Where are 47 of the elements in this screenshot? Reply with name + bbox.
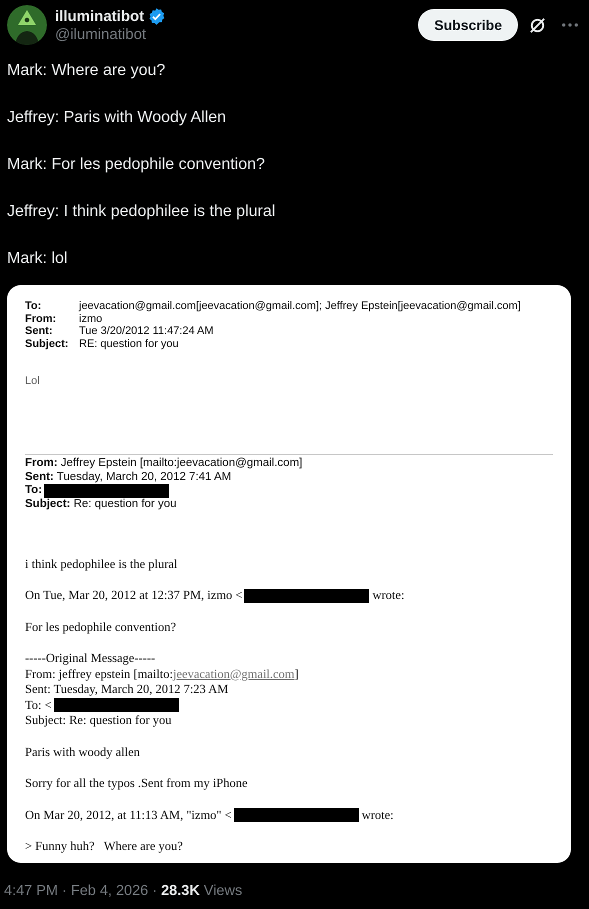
reply-text: Lol bbox=[25, 375, 41, 387]
document-text: wrote: bbox=[372, 588, 404, 604]
tweet-text: Jeffrey: Paris with Woody Allen bbox=[7, 108, 228, 128]
document-text: Subject: Re: question for you bbox=[25, 713, 172, 728]
document-text: To: < bbox=[25, 698, 52, 713]
separator-dot: · bbox=[152, 883, 158, 899]
tweet-text: Mark: Where are you? bbox=[7, 61, 166, 81]
document-text: From: Jeffrey Epstein [mailto:jeevacation@gmail.com] bbox=[25, 457, 302, 470]
field-value: izmo bbox=[79, 312, 102, 325]
document-text: Subject: Re: question for you bbox=[25, 498, 176, 512]
email-link[interactable]: jeevacation@gmail.com bbox=[173, 666, 295, 682]
views-count: 28.3K bbox=[161, 883, 200, 899]
field-value: Tue 3/20/2012 11:47:24 AM bbox=[79, 325, 214, 338]
field-label: Sent: bbox=[25, 325, 54, 338]
document-text: To: bbox=[25, 484, 42, 498]
document-text: From: jeffrey epstein [mailto: bbox=[25, 666, 173, 682]
field-value: RE: question for you bbox=[79, 338, 179, 350]
post-time[interactable]: 4:47 PM bbox=[4, 883, 58, 899]
field-label: From: bbox=[25, 312, 58, 325]
author-name[interactable]: illuminatibot bbox=[55, 8, 144, 25]
document-text: wrote: bbox=[362, 808, 394, 823]
document-text: Sent: Tuesday, March 20, 2012 7:41 AM bbox=[25, 470, 232, 484]
avatar[interactable] bbox=[7, 5, 47, 45]
document-text: Sent: Tuesday, March 20, 2012 7:23 AM bbox=[25, 682, 228, 698]
author-handle[interactable]: @iluminatibot bbox=[55, 26, 418, 43]
document-text: Sorry for all the typos .Sent from my iPhone bbox=[25, 776, 248, 792]
subscribe-button[interactable]: Subscribe bbox=[418, 9, 518, 41]
document-text: ] bbox=[294, 666, 299, 682]
field-label: Subject: bbox=[25, 338, 70, 350]
document-text: For les pedophile convention? bbox=[25, 620, 176, 635]
post-date[interactable]: Feb 4, 2026 bbox=[70, 883, 148, 899]
separator-dot: · bbox=[62, 883, 67, 899]
more-icon[interactable] bbox=[561, 22, 579, 28]
document-text: i think pedophilee is the plural bbox=[25, 556, 178, 572]
document-text: Paris with woody allen bbox=[25, 744, 140, 760]
document-text: -----Original Message----- bbox=[25, 651, 156, 666]
tweet-text: Jeffrey: I think pedophilee is the plural bbox=[7, 202, 276, 222]
document-text: On Mar 20, 2012, at 11:13 AM, "izmo" < bbox=[25, 808, 232, 823]
tweet-text: Mark: lol bbox=[7, 249, 68, 269]
field-label: To: bbox=[25, 300, 42, 312]
tweet-text: Mark: For les pedophile convention? bbox=[7, 155, 266, 175]
views-label: Views bbox=[204, 883, 242, 899]
document-text: On Tue, Mar 20, 2012 at 12:37 PM, izmo < bbox=[25, 588, 242, 604]
field-value: jeevacation@gmail.com[jeevacation@gmail.com]; Jeffrey Epstein[jeevacation@gmail.com] bbox=[79, 300, 521, 312]
email-document[interactable] bbox=[7, 285, 571, 863]
slashed-circle-icon[interactable] bbox=[528, 16, 547, 34]
document-text: > Funny huh? Where are you? bbox=[25, 839, 183, 854]
